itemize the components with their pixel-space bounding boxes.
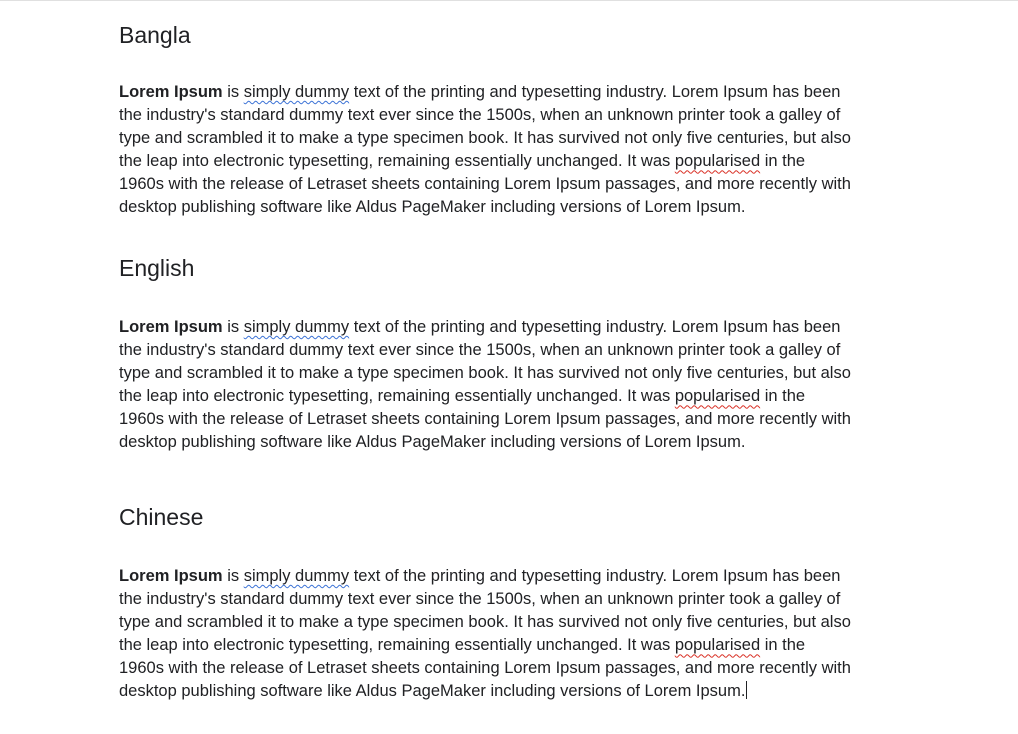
paragraph-line: 1960s with the release of Letraset sheet…: [119, 175, 851, 194]
document-body[interactable]: Bangla Lorem Ipsum is simply dummy text …: [0, 0, 1018, 734]
paragraph-line: 1960s with the release of Letraset sheet…: [119, 410, 851, 429]
paragraph-line: Lorem Ipsum is simply dummy text of the …: [119, 81, 909, 104]
text-run: in the: [760, 636, 806, 655]
text-run: in the: [760, 152, 806, 171]
paragraph-line: the leap into electronic typesetting, re…: [119, 634, 909, 657]
section-heading-english: English: [119, 255, 195, 281]
paragraph-line: desktop publishing software like Aldus P…: [119, 433, 746, 452]
paragraph-line: type and scrambled it to make a type spe…: [119, 129, 851, 148]
paragraph-line: 1960s with the release of Letraset sheet…: [119, 659, 851, 678]
spellcheck-underlined-word[interactable]: popularised: [675, 387, 760, 405]
section-paragraph-chinese[interactable]: Lorem Ipsum is simply dummy text of the …: [119, 565, 909, 704]
text-run: the leap into electronic typesetting, re…: [119, 636, 675, 655]
paragraph-line: type and scrambled it to make a type spe…: [119, 613, 851, 632]
text-run: is: [222, 83, 244, 101]
text-run: the leap into electronic typesetting, re…: [119, 152, 675, 171]
section-heading-bangla: Bangla: [119, 22, 191, 48]
paragraph-line: desktop publishing software like Aldus P…: [119, 680, 909, 703]
spellcheck-underlined-word[interactable]: popularised: [675, 152, 760, 170]
paragraph-line: Lorem Ipsum is simply dummy text of the …: [119, 316, 909, 339]
paragraph-line: type and scrambled it to make a type spe…: [119, 364, 851, 383]
paragraph-line: the leap into electronic typesetting, re…: [119, 150, 909, 173]
section-paragraph-bangla[interactable]: Lorem Ipsum is simply dummy text of the …: [119, 81, 909, 220]
text-run: text of the printing and typesetting ind…: [349, 318, 841, 336]
text-run: text of the printing and typesetting ind…: [349, 567, 841, 585]
paragraph-line: desktop publishing software like Aldus P…: [119, 198, 746, 217]
paragraph-line: the industry's standard dummy text ever …: [119, 341, 841, 360]
section-paragraph-english[interactable]: Lorem Ipsum is simply dummy text of the …: [119, 316, 909, 455]
paragraph-line: the leap into electronic typesetting, re…: [119, 385, 909, 408]
spellcheck-underlined-word[interactable]: simply dummy: [244, 318, 349, 336]
text-run: the leap into electronic typesetting, re…: [119, 387, 675, 406]
text-run: is: [222, 318, 244, 336]
text-run: text of the printing and typesetting ind…: [349, 83, 841, 101]
text-run: desktop publishing software like Aldus P…: [119, 682, 746, 701]
paragraph-line: the industry's standard dummy text ever …: [119, 590, 841, 609]
paragraph-line: Lorem Ipsum is simply dummy text of the …: [119, 565, 909, 588]
text-run: is: [222, 567, 244, 585]
spellcheck-underlined-word[interactable]: popularised: [675, 636, 760, 654]
text-cursor: [746, 681, 748, 700]
paragraph-line: the industry's standard dummy text ever …: [119, 106, 841, 125]
bold-lead-text: Lorem Ipsum: [119, 83, 223, 101]
bold-lead-text: Lorem Ipsum: [119, 567, 223, 585]
text-run: in the: [760, 387, 806, 406]
spellcheck-underlined-word[interactable]: simply dummy: [244, 83, 349, 101]
section-heading-chinese: Chinese: [119, 504, 204, 530]
spellcheck-underlined-word[interactable]: simply dummy: [244, 567, 349, 585]
bold-lead-text: Lorem Ipsum: [119, 318, 223, 336]
